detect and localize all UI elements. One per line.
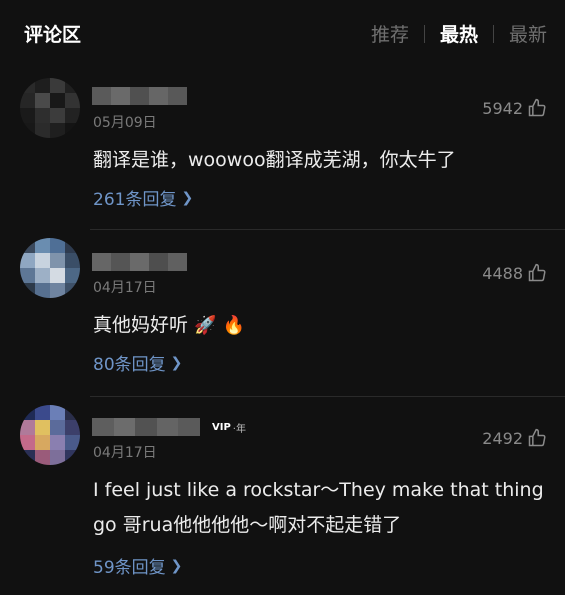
vip-badge: VIP ·年 [212, 420, 246, 435]
avatar-pixel [20, 435, 35, 450]
replies-count: 59条回复 [93, 558, 166, 578]
avatar-pixel [65, 420, 80, 435]
comment-text: I feel just like a rockstar～They make th… [93, 479, 544, 536]
avatar-pixel [65, 78, 80, 93]
avatar-pixel [35, 108, 50, 123]
avatar-pixel [65, 435, 80, 450]
avatar-pixel [50, 108, 65, 123]
avatar-pixel [35, 123, 50, 138]
avatar-pixel [50, 405, 65, 420]
avatar-pixel [50, 283, 65, 298]
avatar-pixel [65, 450, 80, 465]
rocket-emoji: 🚀 [194, 315, 217, 336]
avatar-pixel [65, 123, 80, 138]
avatar-pixel [20, 283, 35, 298]
like-count: 5942 [482, 98, 523, 118]
avatar-pixel [65, 268, 80, 283]
sort-tabs: 推荐 最热 最新 [371, 20, 547, 47]
username[interactable]: VIP ·年 [92, 416, 246, 438]
divider [423, 24, 425, 43]
avatar-pixel [50, 435, 65, 450]
avatar-pixel [50, 78, 65, 93]
replies-link[interactable]: 80条回复 ❯ [93, 350, 183, 376]
username-redacted [92, 253, 187, 271]
avatar-pixel [35, 450, 50, 465]
comment-date: 04月17日 [93, 445, 157, 461]
avatar-pixel [20, 253, 35, 268]
avatar-pixel [50, 450, 65, 465]
chevron-right-icon: ❯ [170, 354, 183, 371]
comment-date: 05月09日 [93, 115, 157, 131]
sort-recommended[interactable]: 推荐 [371, 20, 409, 47]
avatar-pixel [65, 93, 80, 108]
avatar-pixel [65, 238, 80, 253]
avatar-pixel [35, 268, 50, 283]
avatar-pixel [35, 238, 50, 253]
sort-hottest[interactable]: 最热 [440, 20, 478, 47]
avatar[interactable] [20, 78, 80, 138]
avatar-pixel [20, 405, 35, 420]
username-redacted [92, 87, 187, 105]
avatar-pixel [20, 123, 35, 138]
avatar-pixel [50, 93, 65, 108]
like-button[interactable]: 5942 [482, 98, 547, 118]
replies-link[interactable]: 59条回复 ❯ [93, 553, 183, 579]
vip-suffix: ·年 [232, 423, 246, 435]
like-count: 2492 [482, 428, 523, 448]
fire-emoji: 🔥 [222, 315, 245, 336]
comment-date: 04月17日 [93, 280, 157, 296]
replies-count: 261条回复 [93, 190, 177, 210]
avatar-pixel [50, 238, 65, 253]
thumbs-up-icon [528, 98, 546, 117]
avatar-pixel [20, 108, 35, 123]
avatar-pixel [35, 78, 50, 93]
avatar-pixel [20, 78, 35, 93]
avatar-pixel [50, 420, 65, 435]
chevron-right-icon: ❯ [181, 189, 194, 206]
avatar-pixel [50, 123, 65, 138]
divider [90, 396, 565, 397]
avatar[interactable] [20, 405, 80, 465]
avatar-pixel [65, 283, 80, 298]
avatar[interactable] [20, 238, 80, 298]
avatar-pixel [20, 238, 35, 253]
username[interactable] [92, 85, 187, 107]
avatar-pixel [20, 268, 35, 283]
avatar-pixel [65, 253, 80, 268]
divider [492, 24, 494, 43]
avatar-pixel [35, 405, 50, 420]
replies-link[interactable]: 261条回复 ❯ [93, 185, 194, 211]
divider [90, 229, 565, 230]
section-title: 评论区 [24, 24, 82, 46]
chevron-right-icon: ❯ [170, 557, 183, 574]
comment-text: 真他妈好听 🚀 🔥 [93, 308, 553, 343]
avatar-pixel [50, 253, 65, 268]
comments-header: 评论区 推荐 最热 最新 [0, 0, 565, 68]
avatar-pixel [35, 283, 50, 298]
vip-label: VIP [212, 421, 231, 433]
username-redacted [92, 418, 200, 436]
avatar-pixel [20, 450, 35, 465]
avatar-pixel [65, 405, 80, 420]
comment-text-body: 真他妈好听 [93, 314, 189, 336]
avatar-pixel [20, 420, 35, 435]
like-button[interactable]: 2492 [482, 428, 547, 448]
avatar-pixel [35, 420, 50, 435]
sort-newest[interactable]: 最新 [509, 20, 547, 47]
like-button[interactable]: 4488 [482, 263, 547, 283]
avatar-pixel [35, 93, 50, 108]
comment-text: 翻译是谁，woowoo翻译成芜湖，你太牛了 [93, 149, 456, 171]
like-count: 4488 [482, 263, 523, 283]
avatar-pixel [50, 268, 65, 283]
thumbs-up-icon [528, 263, 546, 282]
username[interactable] [92, 251, 187, 273]
replies-count: 80条回复 [93, 355, 166, 375]
avatar-pixel [20, 93, 35, 108]
avatar-pixel [35, 253, 50, 268]
avatar-pixel [65, 108, 80, 123]
thumbs-up-icon [528, 428, 546, 447]
avatar-pixel [35, 435, 50, 450]
